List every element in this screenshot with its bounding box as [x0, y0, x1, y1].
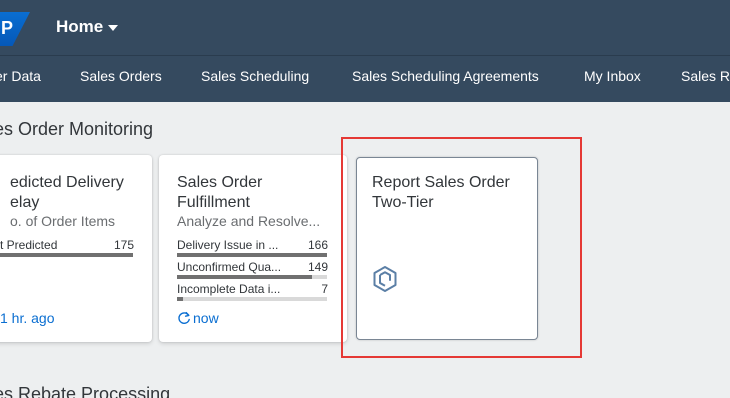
tile-title-line1: Sales Order	[177, 174, 263, 191]
kpi-row-value: 166	[307, 238, 328, 252]
kpi-row-label: Incomplete Data i...	[177, 282, 281, 296]
tile-title-line2: Fulfillment	[177, 194, 250, 211]
highlight-rectangle	[341, 137, 582, 358]
kpi-bar-track	[177, 297, 327, 301]
tab-my-inbox[interactable]: My Inbox	[584, 68, 641, 84]
kpi-row-value: 7	[321, 282, 328, 296]
tab-sales-r[interactable]: Sales R	[681, 68, 730, 84]
navigation-tab-bar: er Data Sales Orders Sales Scheduling Sa…	[0, 55, 730, 102]
tab-sales-scheduling-agreements[interactable]: Sales Scheduling Agreements	[352, 68, 539, 84]
kpi-bar-fill	[0, 253, 133, 257]
tab-master-data[interactable]: er Data	[0, 68, 41, 84]
sap-logo[interactable]: P	[0, 12, 30, 46]
tile-title-line2: elay	[10, 194, 40, 211]
section-title-order-monitoring: es Order Monitoring	[0, 119, 154, 139]
tile-footer-timestamp: 1 hr. ago	[0, 310, 55, 326]
kpi-bar-fill	[177, 253, 327, 257]
kpi-bar-fill	[177, 275, 312, 279]
tab-sales-scheduling[interactable]: Sales Scheduling	[201, 68, 309, 84]
tile-subtitle: o. of Order Items	[10, 213, 116, 229]
shell-header: P Home	[0, 0, 730, 55]
tile-title-line1: edicted Delivery	[10, 174, 124, 191]
kpi-row-value: 175	[113, 238, 134, 252]
home-title[interactable]: Home	[56, 17, 103, 37]
tile-subtitle: Analyze and Resolve...	[177, 213, 321, 229]
kpi-row-label: Unconfirmed Qua...	[177, 260, 282, 274]
kpi-bar-fill	[177, 297, 183, 301]
kpi-bar-track	[177, 275, 327, 279]
refresh-icon	[178, 311, 190, 324]
tile-footer-timestamp: now	[193, 310, 219, 326]
logo-text: P	[1, 18, 14, 38]
tab-sales-orders[interactable]: Sales Orders	[80, 68, 162, 84]
kpi-row-value: 149	[307, 260, 328, 274]
kpi-row-label: t Predicted	[0, 238, 58, 252]
kpi-bar-track	[177, 253, 327, 257]
chevron-down-icon[interactable]	[108, 25, 118, 31]
kpi-bar-track	[0, 253, 133, 257]
kpi-row-label: Delivery Issue in ...	[177, 238, 279, 252]
section-title-rebate-processing: es Rebate Processing	[0, 384, 171, 398]
